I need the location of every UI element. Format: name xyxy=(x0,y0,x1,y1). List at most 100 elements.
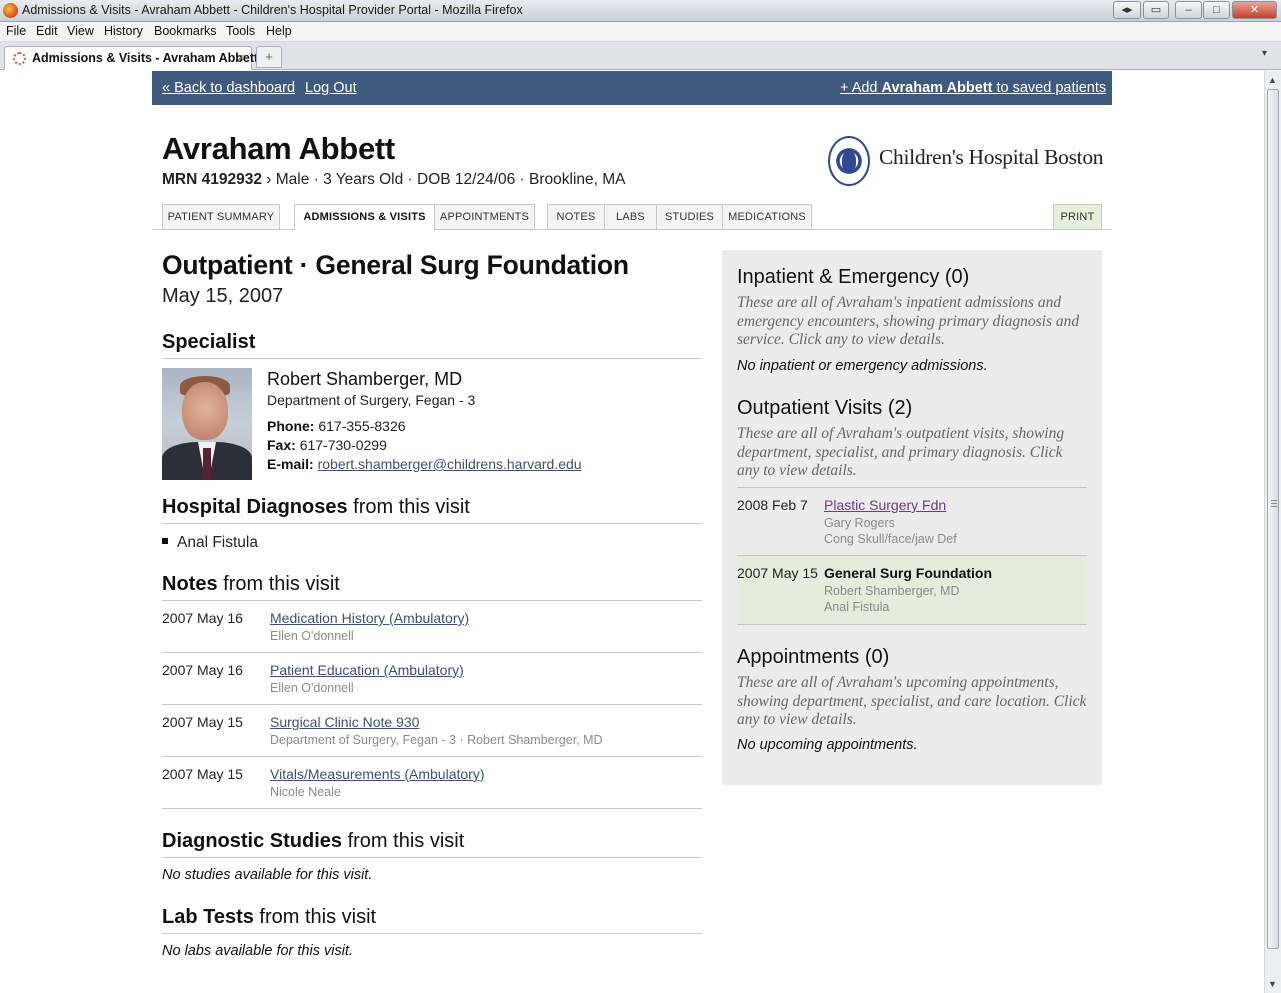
page-scrollbar[interactable]: ▲ ▼ xyxy=(1264,71,1281,993)
specialist-email-link[interactable]: robert.shamberger@childrens.harvard.edu xyxy=(318,456,582,472)
specialist-heading: Specialist xyxy=(162,331,702,359)
labs-heading-bold: Lab Tests xyxy=(162,906,254,928)
hospital-name: Children's Hospital Boston xyxy=(879,145,1104,169)
tab-admissions-visits[interactable]: Admissions & Visits xyxy=(294,204,435,231)
note-title-link[interactable]: Patient Education (Ambulatory) xyxy=(270,662,464,678)
scrollbar-thumb[interactable] xyxy=(1267,89,1279,949)
patient-mrn: MRN 4192932 xyxy=(162,171,262,188)
minimize-button[interactable]: – xyxy=(1175,1,1202,19)
loading-spinner-icon xyxy=(13,52,26,65)
notes-heading: Notes from this visit xyxy=(162,573,702,601)
menu-edit[interactable]: Edit xyxy=(36,24,58,38)
tab-patient-summary[interactable]: Patient Summary xyxy=(162,204,280,230)
phone-value: 617-355-8326 xyxy=(318,418,406,434)
scroll-up-icon[interactable]: ▲ xyxy=(1268,75,1277,85)
menu-view[interactable]: View xyxy=(67,24,94,38)
visit-title: Outpatient · General Surg Foundation xyxy=(162,250,629,280)
new-tab-button[interactable]: + xyxy=(256,46,282,68)
visit-row-specialist: Gary Rogers xyxy=(824,516,895,530)
window-titlebar: Admissions & Visits - Avraham Abbett - C… xyxy=(0,0,1281,22)
outpatient-heading: Outpatient Visits (2) xyxy=(737,397,913,419)
scroll-down-icon[interactable]: ▼ xyxy=(1268,979,1277,989)
inpatient-empty-message: No inpatient or emergency admissions. xyxy=(737,358,988,374)
add-patient-name: Avraham Abbett xyxy=(881,80,993,96)
hospital-seal-logo xyxy=(828,136,870,186)
tab-list-dropdown-icon[interactable]: ▾ xyxy=(1262,48,1267,59)
notes-heading-bold: Notes xyxy=(162,573,218,595)
visit-row-department: General Surg Foundation xyxy=(824,565,993,581)
tab-labs[interactable]: Labs xyxy=(604,204,657,230)
patient-name: Avraham Abbett xyxy=(162,131,395,166)
print-button[interactable]: Print xyxy=(1053,204,1102,230)
tab-close-icon[interactable]: × xyxy=(237,50,245,65)
specialist-heading-text: Specialist xyxy=(162,331,256,353)
visit-row-diagnosis: Cong Skull/face/jaw Def xyxy=(824,532,957,546)
menu-bar: File Edit View History Bookmarks Tools H… xyxy=(0,22,1281,42)
note-date: 2007 May 16 xyxy=(162,662,243,678)
specialist-email: E-mail: robert.shamberger@childrens.harv… xyxy=(267,456,582,472)
note-author: Ellen O'donnell xyxy=(270,681,354,695)
window-title: Admissions & Visits - Avraham Abbett - C… xyxy=(22,3,523,17)
specialist-photo xyxy=(162,368,252,480)
window-restore-extra-button[interactable]: ▭ xyxy=(1143,1,1169,19)
fax-value: 617-730-0299 xyxy=(299,437,387,453)
tab-studies[interactable]: Studies xyxy=(656,204,723,230)
visit-row-specialist: Robert Shamberger, MD xyxy=(824,584,960,598)
note-title-link[interactable]: Surgical Clinic Note 930 xyxy=(270,714,419,730)
bullet-icon xyxy=(162,538,168,544)
menu-help[interactable]: Help xyxy=(266,24,292,38)
note-author: Nicole Neale xyxy=(270,785,341,799)
menu-bookmarks[interactable]: Bookmarks xyxy=(154,24,217,38)
appointments-heading: Appointments (0) xyxy=(737,646,890,668)
note-row[interactable]: 2007 May 15 Surgical Clinic Note 930 Dep… xyxy=(162,705,702,757)
specialist-phone: Phone: 617-355-8326 xyxy=(267,418,406,434)
outpatient-visit-row[interactable]: 2008 Feb 7 Plastic Surgery Fdn Gary Roge… xyxy=(737,488,1087,556)
close-window-button[interactable]: ✕ xyxy=(1232,1,1277,19)
inpatient-heading: Inpatient & Emergency (0) xyxy=(737,266,970,288)
browser-tab[interactable]: Admissions & Visits - Avraham Abbett... … xyxy=(4,46,269,70)
logout-link[interactable]: Log Out xyxy=(305,80,357,96)
labs-heading: Lab Tests from this visit xyxy=(162,906,702,934)
note-author: Department of Surgery, Fegan - 3 · Rober… xyxy=(270,733,603,747)
tab-appointments[interactable]: Appointments xyxy=(434,204,535,230)
studies-heading-bold: Diagnostic Studies xyxy=(162,830,343,852)
menu-file[interactable]: File xyxy=(6,24,26,38)
patient-meta: MRN 4192932 › Male · 3 Years Old · DOB 1… xyxy=(162,171,626,189)
patient-nav-tabs: Patient Summary Admissions & Visits Appo… xyxy=(152,204,1112,231)
tab-notes[interactable]: Notes xyxy=(547,204,605,230)
studies-heading-rest: from this visit xyxy=(342,830,465,852)
phone-label: Phone: xyxy=(267,418,315,434)
appointments-empty-message: No upcoming appointments. xyxy=(737,737,918,753)
note-row[interactable]: 2007 May 15 Vitals/Measurements (Ambulat… xyxy=(162,757,702,809)
browser-tab-strip: Admissions & Visits - Avraham Abbett... … xyxy=(0,42,1281,70)
maximize-button[interactable]: □ xyxy=(1203,1,1230,19)
diagnosis-text: Anal Fistula xyxy=(177,534,258,551)
notes-heading-rest: from this visit xyxy=(217,573,340,595)
note-date: 2007 May 15 xyxy=(162,714,243,730)
outpatient-divider xyxy=(737,624,1087,625)
note-author: Ellen O'donnell xyxy=(270,629,354,643)
menu-tools[interactable]: Tools xyxy=(226,24,255,38)
menu-history[interactable]: History xyxy=(104,24,143,38)
inpatient-description: These are all of Avraham's inpatient adm… xyxy=(737,294,1080,348)
diagnoses-heading-rest: from this visit xyxy=(347,496,470,518)
diagnosis-item: Anal Fistula xyxy=(162,534,258,552)
back-to-dashboard-link[interactable]: « Back to dashboard xyxy=(162,80,295,96)
note-row[interactable]: 2007 May 16 Patient Education (Ambulator… xyxy=(162,653,702,705)
visit-row-department-link[interactable]: Plastic Surgery Fdn xyxy=(824,497,946,513)
outpatient-visit-row-selected[interactable]: 2007 May 15 General Surg Foundation Robe… xyxy=(737,556,1087,624)
portal-top-bar: « Back to dashboard Log Out + Add Avraha… xyxy=(152,71,1112,105)
window-nav-button[interactable]: ◂▸ xyxy=(1113,1,1141,19)
add-to-saved-patients-link[interactable]: + Add Avraham Abbett to saved patients xyxy=(840,80,1106,96)
browser-tab-title: Admissions & Visits - Avraham Abbett... xyxy=(32,51,269,65)
email-label: E-mail: xyxy=(267,456,314,472)
note-title-link[interactable]: Vitals/Measurements (Ambulatory) xyxy=(270,766,484,782)
note-title-link[interactable]: Medication History (Ambulatory) xyxy=(270,610,469,626)
studies-heading: Diagnostic Studies from this visit xyxy=(162,830,702,858)
note-row[interactable]: 2007 May 16 Medication History (Ambulato… xyxy=(162,601,702,653)
studies-empty-message: No studies available for this visit. xyxy=(162,867,373,883)
outpatient-description: These are all of Avraham's outpatient vi… xyxy=(737,425,1065,479)
specialist-fax: Fax: 617-730-0299 xyxy=(267,437,387,453)
visit-row-diagnosis: Anal Fistula xyxy=(824,600,890,614)
tab-medications[interactable]: Medications xyxy=(722,204,812,230)
